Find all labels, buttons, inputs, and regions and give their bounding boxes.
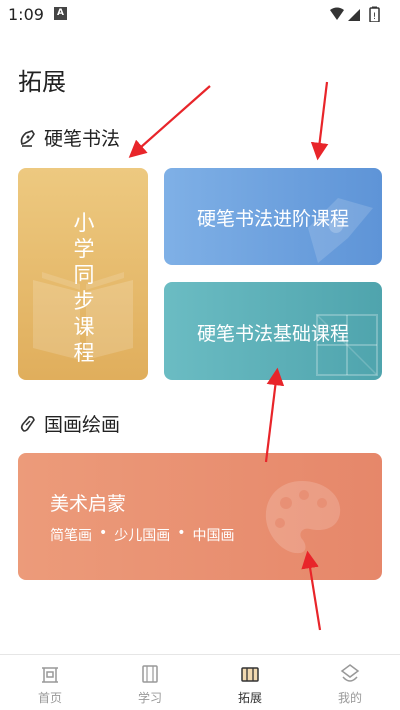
nav-item-expand[interactable]: 拓展 — [200, 655, 300, 710]
primary-course-label: 小 学 同 步 课 程 — [73, 211, 95, 365]
palette-icon — [265, 481, 341, 554]
nav-label: 我的 — [337, 691, 362, 705]
section-header-painting: 国画绘画 — [18, 410, 120, 437]
art-tag: 少儿国画 — [114, 528, 171, 544]
signal-icon — [348, 9, 360, 21]
nav-label: 首页 — [37, 691, 62, 705]
brush-icon — [20, 415, 35, 432]
art-enlightenment-card[interactable]: 美术启蒙 简笔画 • 少儿国画 • 中国画 — [18, 453, 382, 580]
section-label: 硬笔书法 — [44, 128, 121, 150]
pen-nib-icon — [20, 129, 35, 147]
film-icon — [142, 665, 158, 683]
bottom-nav: 首页 学习 拓展 我的 — [0, 654, 400, 710]
nav-label: 拓展 — [237, 691, 262, 705]
primary-school-course-card[interactable]: 小 学 同 步 课 程 — [18, 168, 148, 380]
art-tag: 简笔画 — [50, 528, 92, 544]
annotation-arrow — [128, 85, 211, 158]
annotation-arrow — [310, 81, 329, 161]
advanced-calligraphy-course-card[interactable]: 硬笔书法进阶课程 — [164, 168, 382, 265]
section-label: 国画绘画 — [44, 414, 121, 436]
svg-text:!: ! — [373, 12, 377, 22]
page-title: 拓展 — [18, 68, 66, 96]
annotation-arrow — [264, 367, 285, 463]
section-header-calligraphy: 硬笔书法 — [18, 124, 120, 151]
notification-icon: A — [54, 7, 67, 20]
expand-icon — [241, 667, 259, 682]
nav-label: 学习 — [137, 691, 162, 705]
profile-icon — [340, 664, 360, 682]
basic-calligraphy-course-card[interactable]: 硬笔书法基础课程 — [164, 282, 382, 380]
advanced-course-label: 硬笔书法进阶课程 — [196, 208, 349, 230]
nav-item-home[interactable]: 首页 — [0, 655, 100, 710]
status-time: 1:09 — [8, 5, 44, 24]
status-icons: ! — [330, 6, 380, 22]
basic-course-label: 硬笔书法基础课程 — [196, 323, 349, 345]
tag-separator: • — [99, 525, 108, 541]
art-course-tags: 简笔画 • 少儿国画 • 中国画 — [50, 525, 235, 545]
home-icon — [42, 667, 58, 683]
art-course-title: 美术启蒙 — [50, 493, 127, 515]
wifi-icon — [330, 7, 344, 20]
nav-item-study[interactable]: 学习 — [100, 655, 200, 710]
status-bar: 1:09 A ! — [0, 0, 400, 28]
tag-separator: • — [177, 525, 186, 541]
art-tag: 中国画 — [192, 528, 235, 544]
nav-item-profile[interactable]: 我的 — [300, 655, 400, 710]
